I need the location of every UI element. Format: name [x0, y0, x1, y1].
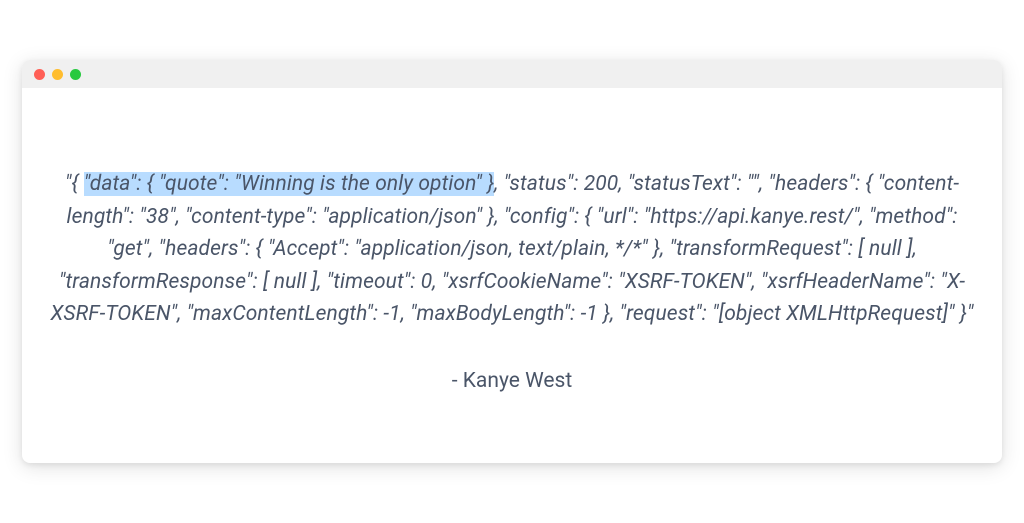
quote-prefix: "{	[65, 172, 84, 196]
code-window: "{ "data": { "quote": "Winning is the on…	[22, 60, 1002, 463]
window-titlebar	[22, 60, 1002, 88]
window-content: "{ "data": { "quote": "Winning is the on…	[22, 88, 1002, 463]
close-icon[interactable]	[34, 69, 45, 80]
quote-highlight: "data": { "quote": "Winning is the only …	[84, 172, 495, 196]
maximize-icon[interactable]	[70, 69, 81, 80]
quote-attribution: - Kanye West	[50, 369, 974, 393]
quote-block: "{ "data": { "quote": "Winning is the on…	[50, 168, 974, 331]
minimize-icon[interactable]	[52, 69, 63, 80]
